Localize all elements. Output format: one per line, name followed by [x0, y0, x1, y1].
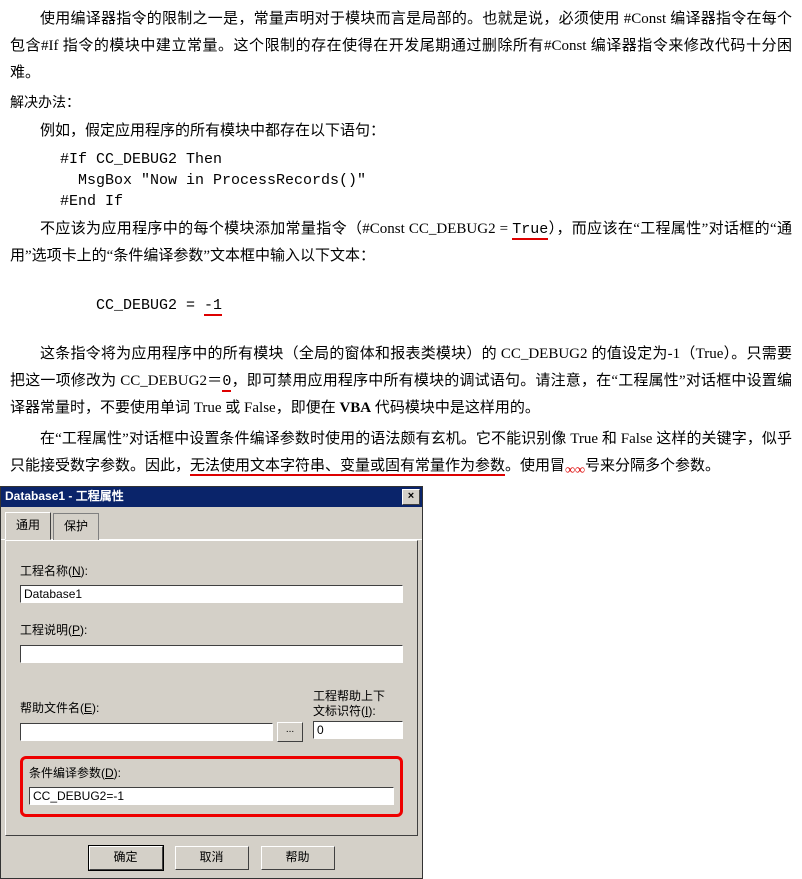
- project-desc-input[interactable]: [20, 645, 403, 663]
- p5-b: 。使用: [505, 458, 550, 474]
- tab-protect[interactable]: 保护: [53, 513, 99, 540]
- p3-text-a: 不应该为应用程序中的每个模块添加常量指令（#Const CC_DEBUG2 =: [40, 221, 512, 237]
- paragraph-5: 在“工程属性”对话框中设置条件编译参数时使用的语法颇有玄机。它不能识别像 Tru…: [10, 426, 792, 480]
- label-help-file: 帮助文件名(E):: [20, 698, 303, 720]
- lbl-cc-a: 条件编译参数(: [29, 766, 105, 780]
- help-button[interactable]: 帮助: [261, 846, 335, 870]
- label-project-desc: 工程说明(P):: [20, 620, 403, 642]
- tab-general[interactable]: 通用: [5, 512, 51, 540]
- tab-strip: 通用 保护: [1, 507, 422, 540]
- conditional-compile-input[interactable]: [29, 787, 394, 805]
- project-properties-dialog: Database1 - 工程属性 × 通用 保护 工程名称(N): 工程说明(P…: [0, 486, 423, 879]
- label-context-id: 工程帮助上下 文标识符(I):: [313, 689, 403, 718]
- infinity-annotation-icon: ∞∞: [565, 463, 585, 478]
- close-icon[interactable]: ×: [402, 489, 420, 505]
- label-project-name: 工程名称(N):: [20, 561, 403, 583]
- p5-underlined: 无法使用文本字符串、变量或固有常量作为参数: [190, 458, 505, 476]
- cancel-button[interactable]: 取消: [175, 846, 249, 870]
- p3-true-underlined: True: [512, 221, 548, 240]
- lbl-help-u: E: [84, 701, 92, 715]
- ok-button[interactable]: 确定: [89, 846, 163, 870]
- lbl-name-u: N: [72, 564, 81, 578]
- lbl-help-a: 帮助文件名(: [20, 701, 84, 715]
- lbl-desc-u: P: [72, 623, 80, 637]
- lbl-ctx-a: 工程帮助上下: [313, 689, 385, 703]
- solution-heading: 解决办法：: [10, 91, 792, 116]
- lbl-cc-u: D: [105, 766, 114, 780]
- highlight-box: 条件编译参数(D):: [20, 756, 403, 817]
- p5-colon: 冒: [550, 458, 565, 474]
- p4-vba-bold: VBA: [339, 400, 371, 416]
- dialog-title: Database1 - 工程属性: [5, 486, 402, 508]
- titlebar: Database1 - 工程属性 ×: [1, 487, 422, 507]
- help-file-input[interactable]: [20, 723, 273, 741]
- lbl-ctx-b: 文标识符(: [313, 704, 365, 718]
- browse-button[interactable]: ...: [277, 722, 303, 742]
- paragraph-4: 这条指令将为应用程序中的所有模块（全局的窗体和报表类模块）的 CC_DEBUG2…: [10, 341, 792, 422]
- document-body: 使用编译器指令的限制之一是，常量声明对于模块而言是局部的。也就是说，必须使用 #…: [0, 0, 802, 480]
- help-row: 帮助文件名(E): ... 工程帮助上下 文标识符(I):: [20, 683, 403, 741]
- lbl-name-a: 工程名称(: [20, 564, 72, 578]
- paragraph-2: 例如，假定应用程序的所有模块中都存在以下语句：: [10, 118, 792, 145]
- button-row: 确定 取消 帮助: [1, 840, 422, 878]
- general-panel: 工程名称(N): 工程说明(P): 帮助文件名(E): ... 工程帮助上下 文…: [5, 540, 418, 836]
- label-conditional-compile: 条件编译参数(D):: [29, 763, 394, 785]
- p4-c: 代码模块中是这样用的。: [371, 400, 540, 416]
- code-block-2: CC_DEBUG2 = -1: [60, 274, 792, 337]
- lbl-desc-a: 工程说明(: [20, 623, 72, 637]
- lbl-name-b: ):: [81, 564, 88, 578]
- code2-a: CC_DEBUG2 =: [96, 297, 204, 314]
- paragraph-1: 使用编译器指令的限制之一是，常量声明对于模块而言是局部的。也就是说，必须使用 #…: [10, 6, 792, 87]
- lbl-cc-b: ):: [114, 766, 121, 780]
- paragraph-3: 不应该为应用程序中的每个模块添加常量指令（#Const CC_DEBUG2 = …: [10, 216, 792, 270]
- context-id-input[interactable]: [313, 721, 403, 739]
- code-block-1: #If CC_DEBUG2 Then MsgBox "Now in Proces…: [60, 149, 792, 212]
- project-name-input[interactable]: [20, 585, 403, 603]
- lbl-help-b: ):: [92, 701, 99, 715]
- lbl-ctx-c: ):: [368, 704, 375, 718]
- code2-minus1: -1: [204, 297, 222, 316]
- p5-c: 号来分隔多个参数。: [585, 458, 720, 474]
- lbl-desc-b: ):: [80, 623, 87, 637]
